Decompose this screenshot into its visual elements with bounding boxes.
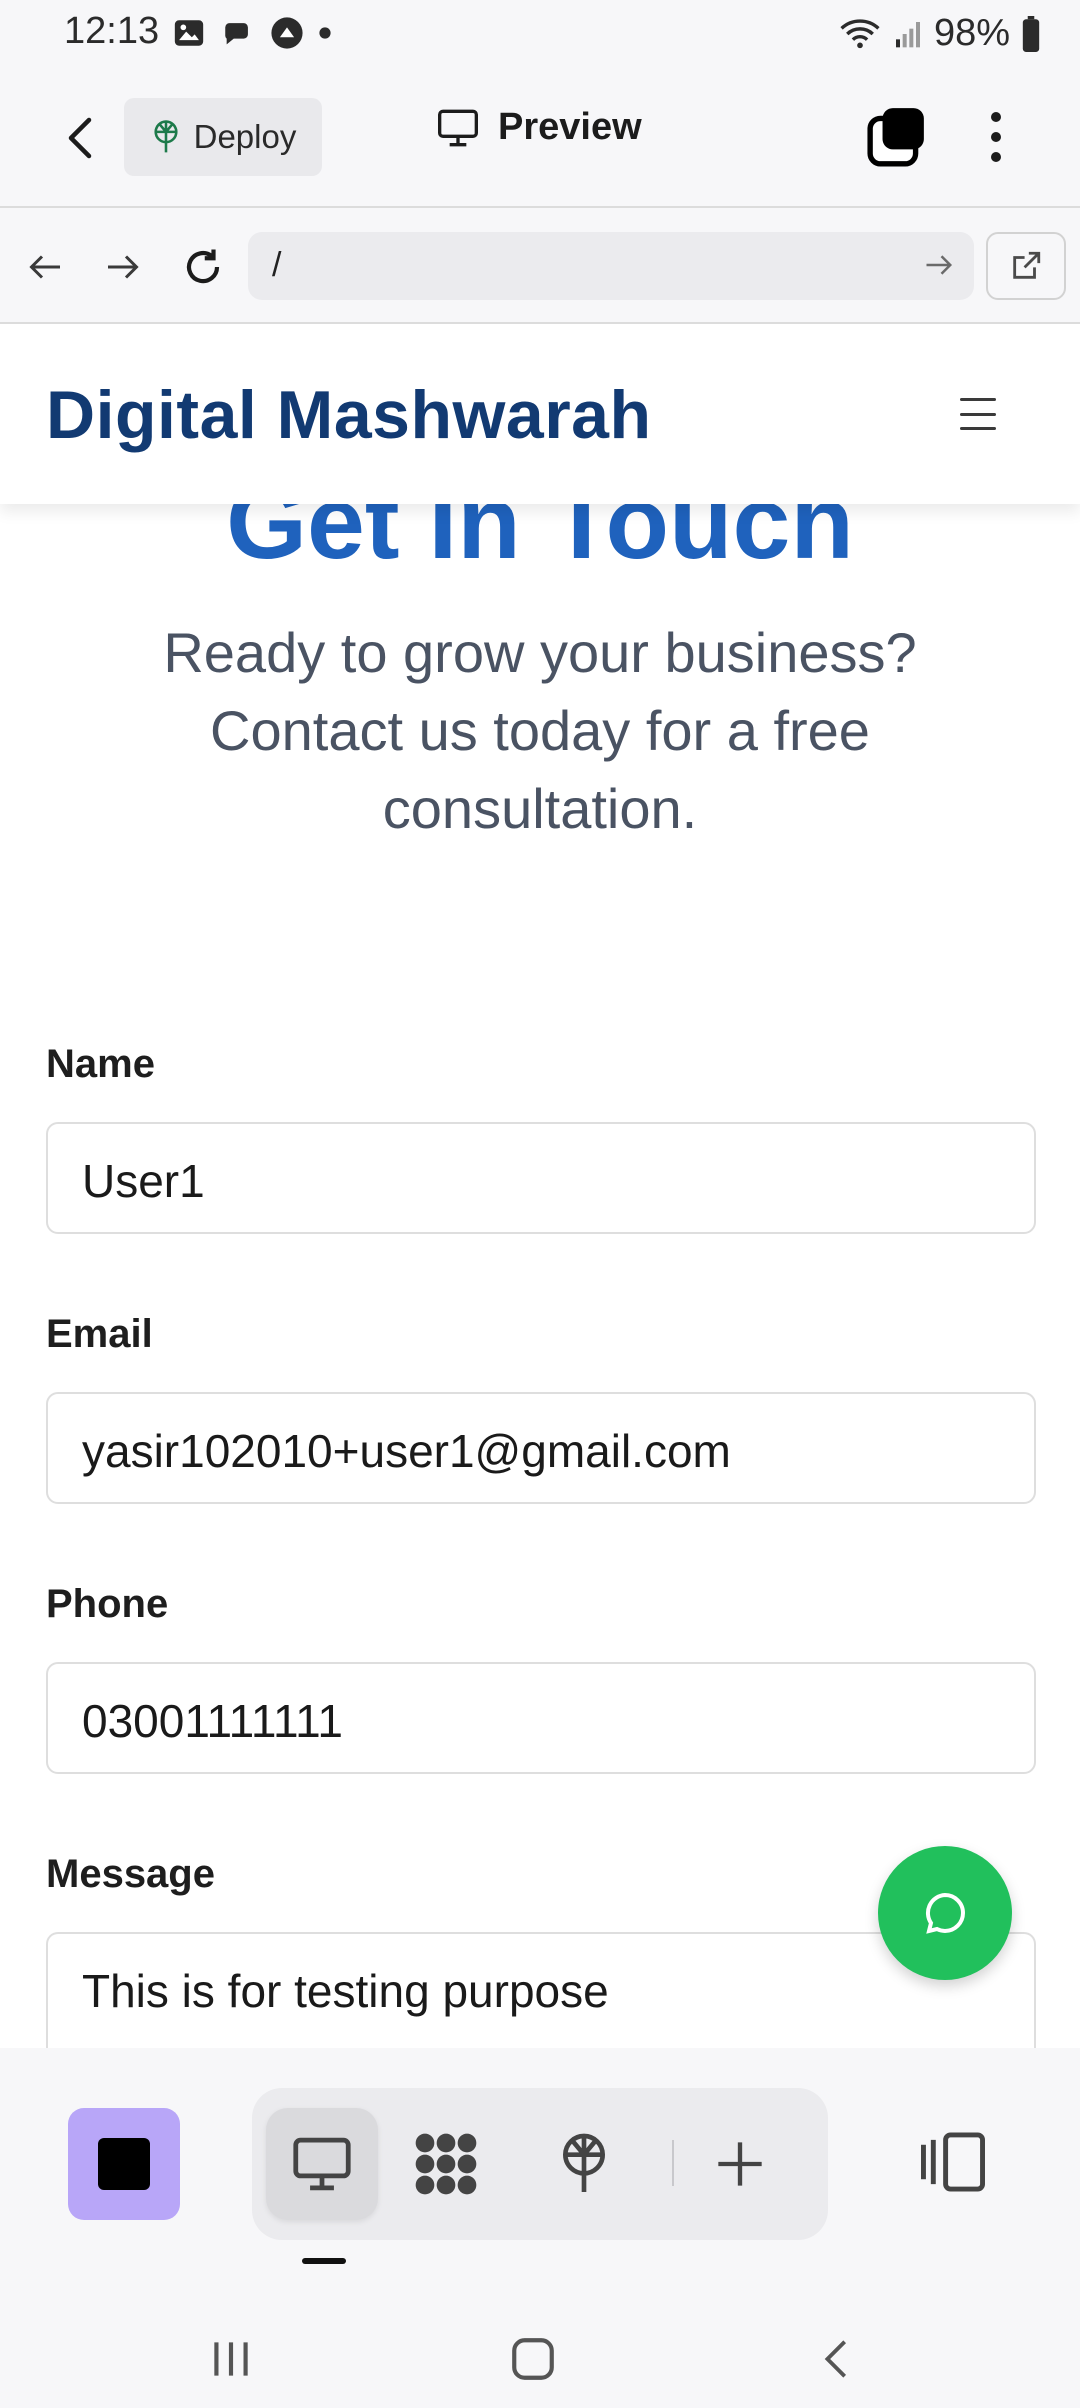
nav-back-button[interactable] (22, 244, 68, 290)
status-time: 12:13 (64, 10, 160, 52)
arrow-right-icon (108, 255, 139, 279)
upload-circle-icon (271, 17, 303, 49)
app-toolbar: Deploy Preview (0, 72, 1080, 208)
battery-icon (1022, 15, 1040, 52)
status-bar: 12:13 98% (0, 0, 1080, 72)
back-button[interactable] (50, 108, 110, 168)
email-field[interactable]: yasir102010+user1@gmail.com (46, 1392, 1036, 1504)
monitor-icon (438, 109, 478, 146)
nav-forward-button[interactable] (100, 244, 146, 290)
message-field[interactable]: This is for testing purpose (46, 1932, 1036, 2048)
bottom-toolbar (0, 2048, 1080, 2308)
reload-button[interactable] (180, 244, 226, 290)
email-value: yasir102010+user1@gmail.com (82, 1425, 731, 1477)
plus-icon (718, 2142, 762, 2186)
site-logo[interactable]: Digital Mashwarah (46, 376, 652, 454)
open-external-button[interactable] (986, 232, 1066, 300)
phone-label: Phone (46, 1582, 169, 1626)
battery-percent: 98% (933, 12, 1010, 54)
chat-button[interactable] (878, 1846, 1012, 1980)
name-field[interactable]: User1 (46, 1122, 1036, 1234)
signal-icon (895, 21, 920, 47)
preview-title[interactable]: Preview (436, 106, 642, 149)
notification-icons (172, 16, 332, 50)
image-icon (174, 20, 204, 46)
name-label: Name (46, 1042, 155, 1086)
deploy-tool-button[interactable] (528, 2108, 640, 2220)
webpage-viewport: Digital Mashwarah Get In Touch Ready to … (0, 324, 1080, 2048)
arrow-left-icon (29, 255, 60, 279)
system-icons: 98% (838, 12, 1042, 55)
deploy-icon (563, 2133, 605, 2192)
wifi-icon (840, 18, 880, 48)
phone-value: 03001111111 (82, 1695, 343, 1747)
chevron-left-icon (68, 117, 92, 159)
section-subtitle: Ready to grow your business? Contact us … (163, 621, 917, 840)
stop-button[interactable] (68, 2108, 180, 2220)
external-link-icon (1013, 251, 1041, 279)
screen: 12:13 98% Deploy Preview / Digital Mashw… (0, 0, 1080, 2408)
preview-tool-button[interactable] (266, 2108, 378, 2220)
active-tab-indicator (302, 2258, 346, 2264)
stop-square-icon (98, 2138, 150, 2190)
tabs-switcher-icon[interactable] (866, 106, 928, 168)
message-label: Message (46, 1852, 215, 1896)
phone-field[interactable]: 03001111111 (46, 1662, 1036, 1774)
workflow-tool-button[interactable] (390, 2108, 502, 2220)
deploy-button[interactable]: Deploy (124, 98, 322, 176)
nodes-icon (415, 2133, 477, 2195)
reload-icon (186, 249, 220, 284)
browser-url-bar: / (0, 208, 1080, 324)
system-back-icon[interactable] (814, 2334, 860, 2384)
site-header: Digital Mashwarah (0, 324, 1080, 504)
recent-apps-icon[interactable] (206, 2334, 256, 2384)
go-arrow-icon[interactable] (924, 250, 954, 280)
add-tool-button[interactable] (684, 2108, 796, 2220)
monitor-icon (293, 2137, 351, 2191)
name-value: User1 (82, 1155, 205, 1207)
tool-group (252, 2088, 828, 2240)
dot-icon (319, 27, 331, 39)
toolbar-divider (672, 2140, 674, 2186)
hamburger-menu-icon[interactable] (960, 398, 996, 430)
url-text: / (272, 246, 282, 284)
system-navigation-bar (0, 2308, 1080, 2408)
chat-bubble-icon (225, 23, 248, 45)
deploy-icon (154, 120, 178, 153)
message-value: This is for testing purpose (82, 1965, 609, 2017)
preview-label: Preview (498, 106, 642, 148)
url-input[interactable]: / (248, 232, 974, 300)
chat-bubble-icon (925, 1892, 965, 1934)
split-panel-icon[interactable] (916, 2130, 990, 2194)
more-options-button[interactable] (976, 106, 1016, 168)
deploy-label: Deploy (193, 118, 297, 155)
home-icon[interactable] (508, 2334, 558, 2384)
email-label: Email (46, 1312, 153, 1356)
